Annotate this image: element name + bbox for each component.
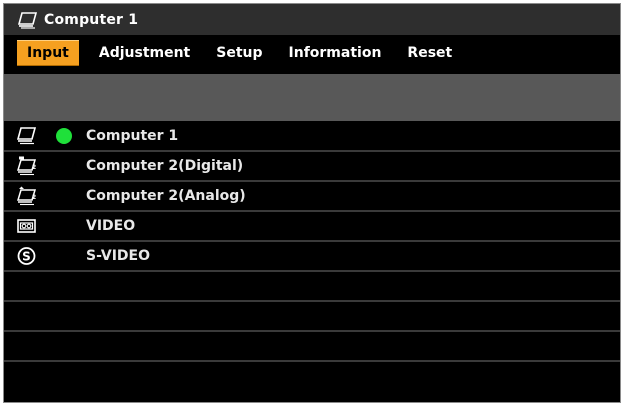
source-list: Computer 1 2 Computer 2(Digital) 2 Compu… (4, 122, 620, 402)
computer-1-icon (16, 126, 38, 146)
page-title: Computer 1 (44, 11, 139, 28)
empty-row (4, 302, 620, 332)
source-item-computer-2-digital[interactable]: 2 Computer 2(Digital) (4, 152, 620, 182)
video-icon (16, 216, 38, 236)
source-label: Computer 2(Analog) (86, 188, 246, 204)
title-bar: Computer 1 (4, 4, 620, 35)
tab-input[interactable]: Input (17, 40, 79, 66)
svg-text:2: 2 (32, 164, 36, 171)
tab-reset[interactable]: Reset (401, 41, 458, 65)
source-item-computer-1[interactable]: Computer 1 (4, 122, 620, 152)
source-label: Computer 2(Digital) (86, 158, 244, 174)
computer-icon (17, 11, 38, 29)
empty-row (4, 332, 620, 362)
tab-adjustment[interactable]: Adjustment (93, 41, 196, 65)
computer-2-analog-icon: 2 (16, 186, 38, 206)
svg-text:2: 2 (32, 194, 36, 201)
submenu-header-bar (4, 74, 620, 121)
empty-row (4, 362, 620, 390)
source-label: VIDEO (86, 218, 136, 234)
source-label: S-VIDEO (86, 248, 151, 264)
computer-2-digital-icon: 2 (16, 156, 38, 176)
tab-information[interactable]: Information (283, 41, 388, 65)
source-item-computer-2-analog[interactable]: 2 Computer 2(Analog) (4, 182, 620, 212)
tab-setup[interactable]: Setup (210, 41, 268, 65)
source-label: Computer 1 (86, 128, 179, 144)
svg-text:S: S (22, 250, 31, 264)
selected-indicator (56, 128, 72, 144)
source-item-video[interactable]: VIDEO (4, 212, 620, 242)
input-menu-window: Computer 1 Input Adjustment Setup Inform… (3, 3, 621, 403)
s-video-icon: S (16, 246, 38, 266)
empty-row (4, 272, 620, 302)
menu-tabs: Input Adjustment Setup Information Reset (4, 36, 620, 70)
source-item-s-video[interactable]: S S-VIDEO (4, 242, 620, 272)
